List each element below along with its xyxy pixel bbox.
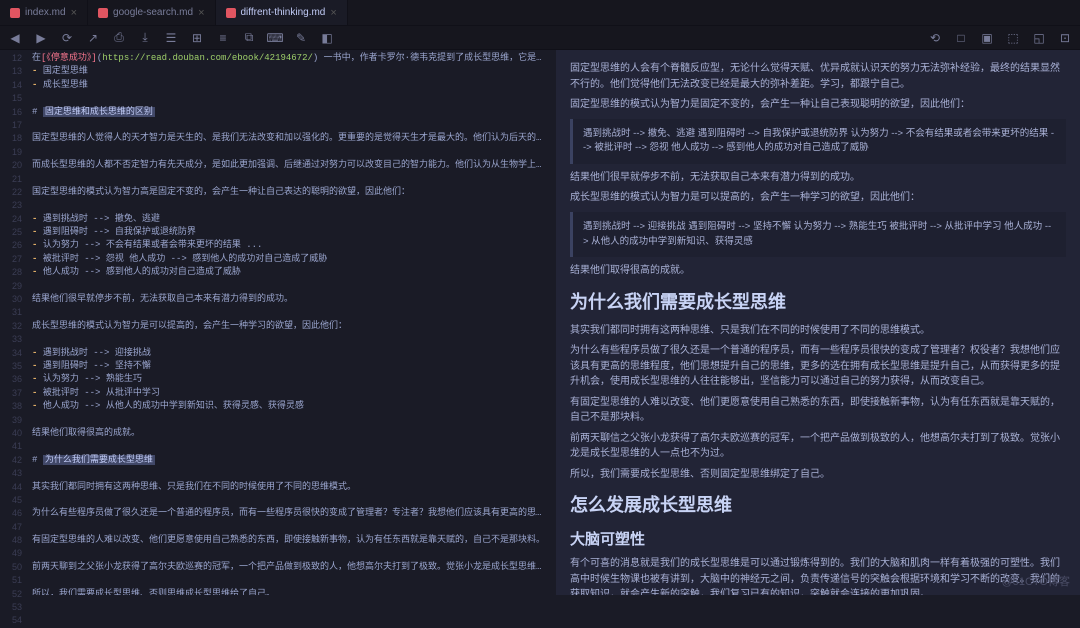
more-icon[interactable]: ⊡ <box>1056 29 1074 47</box>
tab-bar: index.md × google-search.md × diffrent-t… <box>0 0 1080 26</box>
nav-forward-icon[interactable]: ▶ <box>32 29 50 47</box>
preview-h2-how: 怎么发展成长型思维 <box>570 492 1066 520</box>
markdown-icon <box>10 8 20 18</box>
close-icon[interactable]: × <box>71 7 77 19</box>
preview-h3-brain: 大脑可塑性 <box>570 528 1066 551</box>
close-icon[interactable]: × <box>330 7 336 19</box>
preview-quote: 遇到挑战时 --> 撤免、逃避 遇到阻碍时 --> 自我保护或退统防界 认为努力… <box>570 119 1066 164</box>
nav-back-icon[interactable]: ◀ <box>6 29 24 47</box>
split-icon[interactable]: ◧ <box>318 29 336 47</box>
keyboard-icon[interactable]: ⌨ <box>266 29 284 47</box>
preview-text: 结果他们很早就停步不前，无法获取自己本来有潜力得到的成功。 <box>570 170 1066 186</box>
sync-icon[interactable]: ⟲ <box>926 29 944 47</box>
preview-text: 固定型思维的模式认为智力是固定不变的，会产生一种让自己表现聪明的欲望，因此他们： <box>570 97 1066 113</box>
grid-icon[interactable]: ⊞ <box>188 29 206 47</box>
outline-icon[interactable]: ☰ <box>162 29 180 47</box>
line-gutter: 1213141516171819202122232425262728293031… <box>0 50 26 595</box>
preview-text: 固定型思维的人会有个脊髓反应型，无论什么觉得天赋、优异成就认识天的努力无法弥补经… <box>570 61 1066 92</box>
tab-label: google-search.md <box>113 7 193 18</box>
tab-google[interactable]: google-search.md × <box>88 0 215 25</box>
preview-h2-why: 为什么我们需要成长型思维 <box>570 289 1066 317</box>
preview-text: 所以，我们需要成长型思维、否则固定型思维绑定了自己。 <box>570 467 1066 483</box>
copy-icon[interactable]: ⧉ <box>240 29 258 47</box>
view-pane-icon[interactable]: ◱ <box>1030 29 1048 47</box>
preview-text: 有个可喜的消息就是我们的成长型思维是可以通过锻炼得到的。我们的大脑和肌肉一样有着… <box>570 556 1066 595</box>
close-icon[interactable]: × <box>198 7 204 19</box>
preview-text: 结果他们取得很高的成就。 <box>570 263 1066 279</box>
tab-label: diffrent-thinking.md <box>241 7 326 18</box>
tab-thinking[interactable]: diffrent-thinking.md × <box>216 0 348 25</box>
preview-quote: 遇到挑战时 --> 迎接挑战 遇到阻碍时 --> 坚持不懈 认为努力 --> 熟… <box>570 212 1066 257</box>
edit-icon[interactable]: ✎ <box>292 29 310 47</box>
tab-index[interactable]: index.md × <box>0 0 88 25</box>
toolbar: ◀ ▶ ⟳ ↗ ⎙ ⤓ ☰ ⊞ ≡ ⧉ ⌨ ✎ ◧ ⟲ □ ▣ ⬚ ◱ ⊡ <box>0 26 1080 50</box>
watermark: @51CTO博客 <box>1002 573 1070 589</box>
markdown-source-editor[interactable]: 在[《停意成功》](https://read.douban.com/ebook/… <box>26 50 556 595</box>
main-area: 1213141516171819202122232425262728293031… <box>0 50 1080 595</box>
markdown-icon <box>98 8 108 18</box>
preview-text: 有固定型思维的人难以改变、他们更愿意使用自己熟悉的东西，即使接触新事物，认为有任… <box>570 395 1066 426</box>
preview-text: 其实我们都同时拥有这两种思维、只是我们在不同的时候使用了不同的思维模式。 <box>570 323 1066 339</box>
list-icon[interactable]: ≡ <box>214 29 232 47</box>
tab-label: index.md <box>25 7 66 18</box>
preview-text: 为什么有些程序员做了很久还是一个普通的程序员，而有一些程序员很快的变成了管理者？… <box>570 343 1066 390</box>
download-icon[interactable]: ⤓ <box>136 29 154 47</box>
refresh-icon[interactable]: ⟳ <box>58 29 76 47</box>
view-preview-icon[interactable]: ⬚ <box>1004 29 1022 47</box>
print-icon[interactable]: ⎙ <box>110 29 128 47</box>
markdown-icon <box>226 8 236 18</box>
open-external-icon[interactable]: ↗ <box>84 29 102 47</box>
view-source-icon[interactable]: □ <box>952 29 970 47</box>
preview-text: 成长型思维的模式认为智力是可以提高的，会产生一种学习的欲望，因此他们： <box>570 190 1066 206</box>
view-split-icon[interactable]: ▣ <box>978 29 996 47</box>
preview-text: 前两天聊信之父张小龙获得了高尔夫欧巡赛的冠军，一个把产品做到极致的人，他想高尔夫… <box>570 431 1066 462</box>
markdown-preview[interactable]: 固定型思维的人会有个脊髓反应型，无论什么觉得天赋、优异成就认识天的努力无法弥补经… <box>556 50 1080 595</box>
